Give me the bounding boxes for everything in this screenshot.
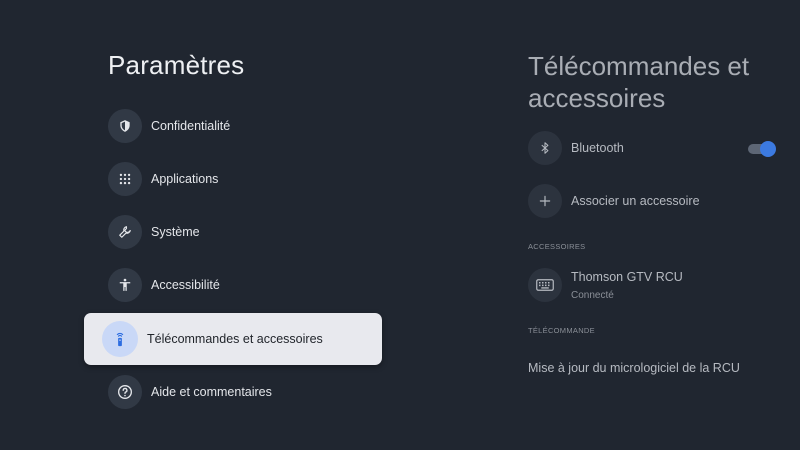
menu-item-applications[interactable]: Applications <box>108 161 218 197</box>
menu-item-privacy[interactable]: Confidentialité <box>108 108 230 144</box>
menu-item-system[interactable]: Système <box>108 214 200 250</box>
pair-accessory-label: Associer un accessoire <box>571 194 700 208</box>
menu-item-label: Système <box>151 225 200 239</box>
bluetooth-toggle[interactable] <box>748 141 776 157</box>
menu-item-accessibility[interactable]: Accessibilité <box>108 267 220 303</box>
bluetooth-row[interactable]: Bluetooth <box>528 131 624 165</box>
remote-section-header: TÉLÉCOMMANDE <box>528 326 595 335</box>
wrench-icon <box>108 215 142 249</box>
help-icon <box>108 375 142 409</box>
device-status: Connecté <box>571 289 614 301</box>
menu-item-remotes-accessories[interactable]: Télécommandes et accessoires <box>84 313 382 365</box>
menu-item-label: Aide et commentaires <box>151 385 272 399</box>
detail-title: Télécommandes et accessoires <box>528 51 750 113</box>
remote-icon <box>102 321 138 357</box>
bluetooth-label: Bluetooth <box>571 141 624 155</box>
apps-grid-icon <box>108 162 142 196</box>
menu-item-label: Confidentialité <box>151 119 231 133</box>
device-row[interactable]: Thomson GTV RCU Connecté <box>528 268 683 302</box>
toggle-knob <box>760 141 776 157</box>
bluetooth-icon <box>528 131 562 165</box>
pair-accessory-row[interactable]: Associer un accessoire <box>528 184 700 218</box>
device-name: Thomson GTV RCU <box>571 269 683 284</box>
firmware-update-item[interactable]: Mise à jour du micrologiciel de la RCU <box>528 361 740 375</box>
menu-item-label: Télécommandes et accessoires <box>147 332 323 346</box>
menu-item-help-feedback[interactable]: Aide et commentaires <box>108 374 272 410</box>
plus-icon <box>528 184 562 218</box>
keyboard-icon <box>528 268 562 302</box>
accessibility-icon <box>108 268 142 302</box>
menu-item-label: Accessibilité <box>151 278 220 292</box>
menu-item-label: Applications <box>151 172 219 186</box>
accessories-section-header: ACCESSOIRES <box>528 242 586 251</box>
page-title: Paramètres <box>108 50 245 80</box>
shield-icon <box>108 109 142 143</box>
